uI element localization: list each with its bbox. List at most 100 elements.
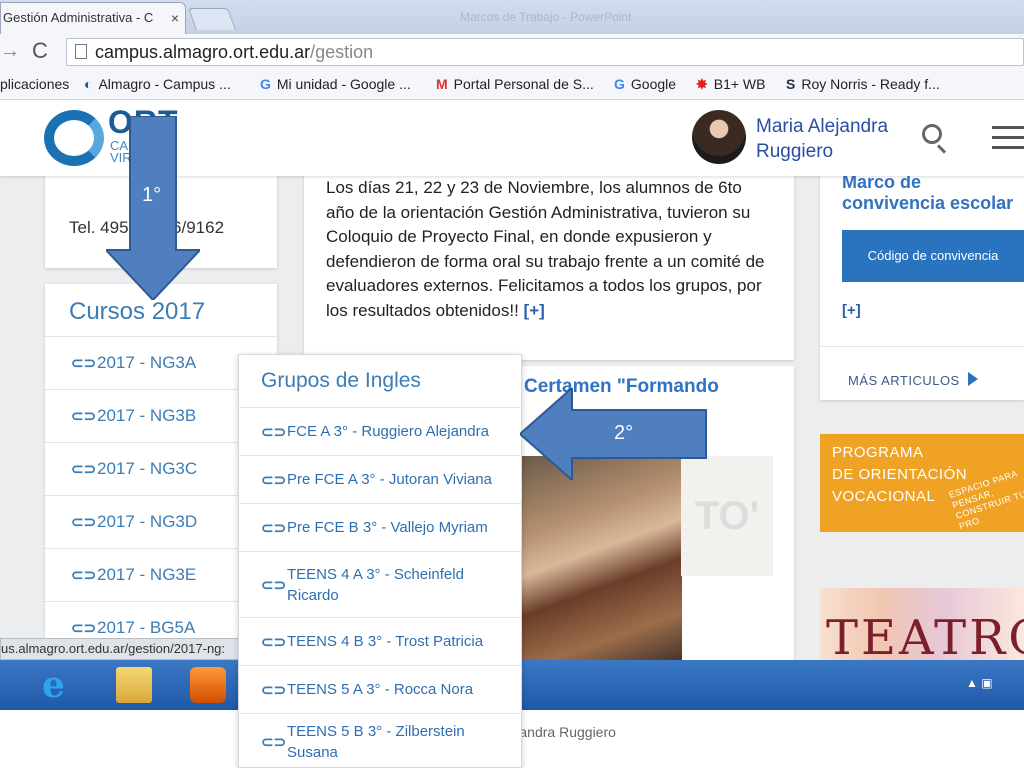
group-link[interactable]: ⊂⊃ TEENS 5 A 3° - Rocca Nora xyxy=(239,665,521,713)
group-label: TEENS 5 B 3° - Zilberstein Susana xyxy=(287,722,465,761)
browser-toolbar: → C campus.almagro.ort.edu.ar/gestion xyxy=(0,34,1024,70)
link-icon: ⊂⊃ xyxy=(261,471,287,489)
tab-close-icon[interactable]: × xyxy=(171,3,179,33)
link-icon: ⊂⊃ xyxy=(71,461,97,478)
group-link[interactable]: ⊂⊃ FCE A 3° - Ruggiero Alejandra xyxy=(239,407,521,455)
google-icon: G xyxy=(260,76,271,92)
annotation-arrow-down xyxy=(106,116,200,300)
screen: Gestión Administrativa - C × Marcos de T… xyxy=(0,0,1024,768)
news-card: Los días 21, 22 y 23 de Noviembre, los a… xyxy=(304,150,794,360)
folder-icon[interactable] xyxy=(116,667,152,703)
bookmark-label: Almagro - Campus ... xyxy=(98,76,231,92)
avatar[interactable] xyxy=(692,110,746,164)
link-icon: ⊂⊃ xyxy=(261,733,287,751)
play-arrow-icon xyxy=(967,372,978,386)
group-label: Pre FCE A 3° - Jutoran Viviana xyxy=(287,471,492,488)
news-more-link[interactable]: [+] xyxy=(524,301,545,320)
gmail-icon: M xyxy=(436,76,448,92)
tab-bar: Gestión Administrativa - C × Marcos de T… xyxy=(0,0,1024,34)
bookmark-portal[interactable]: M Portal Personal de S... xyxy=(436,76,594,92)
bookmark-google[interactable]: G Google xyxy=(614,76,676,92)
link-icon: ⊂⊃ xyxy=(261,633,287,651)
bookmarks-bar: plicaciones ◐ Almagro - Campus ... G Mi un… xyxy=(0,70,1024,100)
bookmark-label: Portal Personal de S... xyxy=(453,76,594,92)
window-title: Marcos de Trabajo - PowerPoint xyxy=(460,10,632,24)
rn-icon: S xyxy=(786,76,796,92)
group-link[interactable]: ⊂⊃ TEENS 4 A 3° - Scheinfeld Ricardo xyxy=(239,551,521,617)
media-player-icon[interactable] xyxy=(190,667,226,703)
groups-title: Grupos de Ingles xyxy=(261,369,421,392)
divider xyxy=(820,346,1024,347)
group-link[interactable]: ⊂⊃ TEENS 4 B 3° - Trost Patricia xyxy=(239,617,521,665)
user-name[interactable]: Maria Alejandra Ruggiero xyxy=(756,114,888,164)
address-path: /gestion xyxy=(310,42,374,62)
bookmark-mi-unidad[interactable]: G Mi unidad - Google ... xyxy=(260,76,411,92)
link-icon: ⊂⊃ xyxy=(261,681,287,699)
ort-logo-icon[interactable] xyxy=(44,110,104,166)
search-icon[interactable] xyxy=(922,124,942,144)
convivencia-card: Marco de convivencia escolar Código de c… xyxy=(820,150,1024,400)
bookmark-label: Roy Norris - Ready f... xyxy=(801,76,940,92)
arrow2-label: 2° xyxy=(614,422,634,444)
course-label: 2017 - NG3C xyxy=(97,459,198,478)
bookmark-label: Google xyxy=(630,76,677,92)
b1-icon: ✸ xyxy=(696,76,708,92)
link-icon: ⊂⊃ xyxy=(71,514,97,531)
course-label: 2017 - BG5A xyxy=(97,618,196,637)
forward-icon[interactable]: → xyxy=(0,40,20,63)
group-link[interactable]: ⊂⊃ Pre FCE B 3° - Vallejo Myriam xyxy=(239,503,521,551)
group-link[interactable]: ⊂⊃ TEENS 5 B 3° - Zilberstein Susana xyxy=(239,713,521,767)
group-link[interactable]: ⊂⊃ Pre FCE A 3° - Jutoran Viviana xyxy=(239,455,521,503)
course-label: 2017 - NG3E xyxy=(97,565,197,584)
bookmark-roy-norris[interactable]: S Roy Norris - Ready f... xyxy=(786,76,940,92)
arrow1-label: 1° xyxy=(142,184,162,206)
address-bar[interactable]: campus.almagro.ort.edu.ar/gestion xyxy=(66,38,1024,66)
groups-dropdown: Grupos de Ingles ⊂⊃ FCE A 3° - Ruggiero A… xyxy=(238,354,522,768)
group-label: TEENS 5 A 3° - Rocca Nora xyxy=(287,681,474,698)
link-icon: ⊂⊃ xyxy=(261,519,287,537)
status-url: us.almagro.ort.edu.ar/gestion/2017-ng: xyxy=(0,638,240,660)
user-name-line1: Maria Alejandra xyxy=(756,116,889,137)
tray-arrow-icon[interactable]: ▲ ▣ xyxy=(966,676,993,690)
link-icon: ⊂⊃ xyxy=(261,423,287,441)
almagro-icon: ◐ xyxy=(84,76,93,92)
link-icon: ⊂⊃ xyxy=(261,576,287,594)
news-body: Los días 21, 22 y 23 de Noviembre, los a… xyxy=(326,176,766,323)
codigo-convivencia-button[interactable]: Código de convivencia xyxy=(842,230,1024,282)
page-icon xyxy=(75,44,87,59)
group-label: TEENS 4 B 3° - Trost Patricia xyxy=(287,633,484,650)
bookmark-apps[interactable]: plicaciones xyxy=(0,76,69,92)
user-name-line2: Ruggiero xyxy=(756,141,834,162)
bookmark-label: Mi unidad - Google ... xyxy=(276,76,411,92)
mas-articulos-label: MÁS ARTICULOS xyxy=(848,373,960,388)
bookmark-b1[interactable]: ✸ B1+ WB xyxy=(696,76,765,93)
teatro-banner[interactable]: TEATRO xyxy=(820,588,1024,660)
news-photo[interactable] xyxy=(522,456,682,660)
news-text: Los días 21, 22 y 23 de Noviembre, los a… xyxy=(326,178,765,320)
courses-title: Cursos 2017 xyxy=(69,298,206,325)
link-icon: ⊂⊃ xyxy=(71,567,97,584)
course-label: 2017 - NG3A xyxy=(97,353,197,372)
tab-title: Gestión Administrativa - C xyxy=(3,10,154,25)
internet-explorer-icon[interactable]: e xyxy=(42,667,78,703)
group-label: Pre FCE B 3° - Vallejo Myriam xyxy=(287,519,488,536)
bookmark-almagro[interactable]: ◐ Almagro - Campus ... xyxy=(84,76,231,92)
teatro-text: TEATRO xyxy=(826,610,1024,660)
bookmark-label: B1+ WB xyxy=(713,76,766,92)
programa-vocacional-banner[interactable]: PROGRAMA DE ORIENTACIÓN VOCACIONAL ESPAC… xyxy=(820,434,1024,532)
group-label: TEENS 4 A 3° - Scheinfeld Ricardo xyxy=(287,565,464,604)
tab-active[interactable]: Gestión Administrativa - C × xyxy=(0,2,186,34)
course-label: 2017 - NG3D xyxy=(97,512,198,531)
link-icon: ⊂⊃ xyxy=(71,408,97,425)
group-label: FCE A 3° - Ruggiero Alejandra xyxy=(287,423,489,440)
reload-icon[interactable]: C xyxy=(32,38,48,64)
mas-articulos-link[interactable]: MÁS ARTICULOS xyxy=(848,372,978,388)
convivencia-title: Marco de convivencia escolar xyxy=(842,172,1014,213)
address-host: campus.almagro.ort.edu.ar xyxy=(95,42,311,62)
google-icon: G xyxy=(614,76,625,92)
new-tab-button[interactable] xyxy=(187,8,237,30)
link-icon: ⊂⊃ xyxy=(71,355,97,372)
hamburger-menu-icon[interactable] xyxy=(992,126,1024,149)
course-label: 2017 - NG3B xyxy=(97,406,197,425)
convivencia-more-link[interactable]: [+] xyxy=(842,302,861,319)
